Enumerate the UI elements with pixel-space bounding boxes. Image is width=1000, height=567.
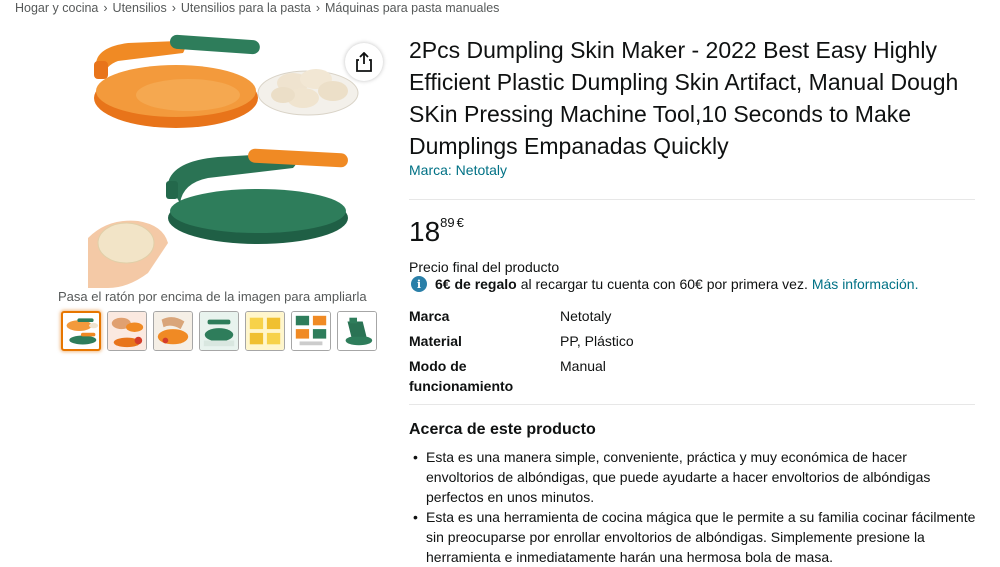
spec-value: Manual: [560, 358, 606, 374]
spec-value: Netotaly: [560, 308, 612, 324]
spec-row: Modo de funcionamiento Manual: [409, 356, 969, 396]
thumbnail-3[interactable]: [153, 311, 193, 351]
breadcrumb: Hogar y cocina › Utensilios › Utensilios par…: [15, 1, 499, 15]
spec-row: Marca Netotaly: [409, 306, 969, 331]
thumbnail-6[interactable]: [291, 311, 331, 351]
thumbnail-7[interactable]: [337, 311, 377, 351]
spec-label: Material: [409, 333, 462, 349]
spec-label: Marca: [409, 308, 450, 324]
price-fraction: 89: [440, 215, 455, 230]
list-item: Esta es una manera simple, conveniente, …: [409, 447, 977, 507]
orange-press-illustration: [94, 34, 260, 128]
share-icon: [356, 52, 372, 72]
divider: [409, 199, 975, 200]
thumbnail-1[interactable]: [61, 311, 101, 351]
breadcrumb-item-maquinas-pasta[interactable]: Máquinas para pasta manuales: [325, 1, 499, 15]
breadcrumb-separator: ›: [315, 1, 321, 15]
breadcrumb-item-hogar[interactable]: Hogar y cocina: [15, 1, 98, 15]
list-item: Esta es una herramienta de cocina mágica…: [409, 507, 977, 567]
breadcrumb-item-utensilios-pasta[interactable]: Utensilios para la pasta: [181, 1, 311, 15]
breadcrumb-separator: ›: [171, 1, 176, 15]
main-product-image[interactable]: [88, 33, 363, 288]
spec-value: PP, Plástico: [560, 333, 634, 349]
info-icon: i: [411, 276, 427, 292]
thumbnail-4[interactable]: [199, 311, 239, 351]
promo-more-info-link[interactable]: Más información.: [812, 276, 919, 292]
share-button[interactable]: [345, 43, 383, 81]
promo-bold: 6€ de regalo: [435, 276, 517, 292]
thumbnail-strip: [61, 311, 377, 351]
spec-row: Material PP, Plástico: [409, 331, 969, 356]
spec-label: Modo de funcionamiento: [409, 358, 514, 394]
promo-banner: i 6€ de regalo al recargar tu cuenta con…: [411, 276, 918, 292]
breadcrumb-item-utensilios[interactable]: Utensilios: [113, 1, 167, 15]
price: 1889 €: [409, 215, 464, 248]
price-whole: 18: [409, 216, 441, 247]
product-title: 2Pcs Dumpling Skin Maker - 2022 Best Eas…: [409, 37, 959, 159]
final-price-label: Precio final del producto: [409, 259, 560, 275]
thumbnail-5[interactable]: [245, 311, 285, 351]
zoom-hint: Pasa el ratón por encima de la imagen pa…: [58, 289, 367, 304]
about-bullets: Esta es una manera simple, conveniente, …: [409, 447, 977, 567]
promo-text: al recargar tu cuenta con 60€ por primer…: [520, 276, 808, 292]
breadcrumb-separator: ›: [103, 1, 108, 15]
green-press-illustration: [166, 148, 348, 244]
divider: [409, 404, 975, 405]
price-currency: €: [456, 215, 464, 230]
specs-table: Marca Netotaly Material PP, Plástico Mod…: [409, 306, 969, 396]
hand-with-dough-illustration: [88, 220, 168, 288]
about-title: Acerca de este producto: [409, 421, 596, 438]
brand-link[interactable]: Marca: Netotaly: [409, 162, 507, 178]
thumbnail-2[interactable]: [107, 311, 147, 351]
dumplings-plate-illustration: [257, 69, 359, 116]
